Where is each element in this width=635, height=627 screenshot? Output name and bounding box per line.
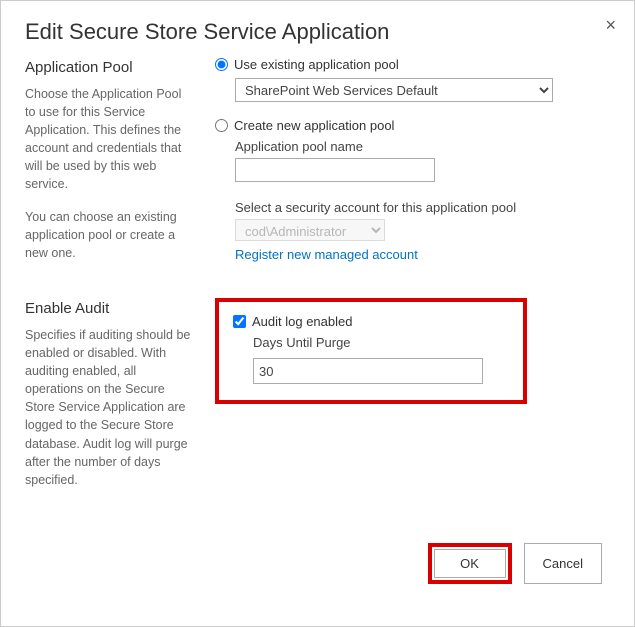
- dialog-button-row: OK Cancel: [25, 543, 606, 604]
- pool-name-label: Application pool name: [235, 139, 606, 154]
- section-enable-audit: Enable Audit Specifies if auditing shoul…: [25, 298, 606, 489]
- app-pool-desc2: You can choose an existing application p…: [25, 208, 193, 262]
- dialog-body: Application Pool Choose the Application …: [25, 57, 612, 608]
- use-existing-radio[interactable]: [215, 58, 228, 71]
- audit-heading: Enable Audit: [25, 298, 193, 320]
- cancel-button[interactable]: Cancel: [524, 543, 602, 584]
- days-until-purge-label: Days Until Purge: [253, 335, 505, 350]
- audit-enabled-checkbox[interactable]: [233, 315, 246, 328]
- use-existing-label: Use existing application pool: [234, 57, 399, 72]
- pool-name-input[interactable]: [235, 158, 435, 182]
- page-title: Edit Secure Store Service Application: [25, 19, 610, 45]
- create-new-radio[interactable]: [215, 119, 228, 132]
- audit-enabled-label: Audit log enabled: [252, 314, 352, 329]
- security-account-label: Select a security account for this appli…: [235, 200, 606, 215]
- register-account-link[interactable]: Register new managed account: [235, 247, 418, 262]
- section-application-pool: Application Pool Choose the Application …: [25, 57, 606, 262]
- audit-highlight-box: Audit log enabled Days Until Purge: [215, 298, 527, 404]
- audit-desc: Specifies if auditing should be enabled …: [25, 326, 193, 489]
- existing-pool-select[interactable]: SharePoint Web Services Default: [235, 78, 553, 102]
- ok-highlight-box: OK: [428, 543, 512, 584]
- app-pool-heading: Application Pool: [25, 57, 193, 79]
- close-icon[interactable]: ×: [605, 15, 616, 36]
- security-account-select[interactable]: cod\Administrator: [235, 219, 385, 241]
- days-until-purge-input[interactable]: [253, 358, 483, 384]
- create-new-label: Create new application pool: [234, 118, 394, 133]
- ok-button[interactable]: OK: [434, 549, 506, 578]
- app-pool-desc1: Choose the Application Pool to use for t…: [25, 85, 193, 194]
